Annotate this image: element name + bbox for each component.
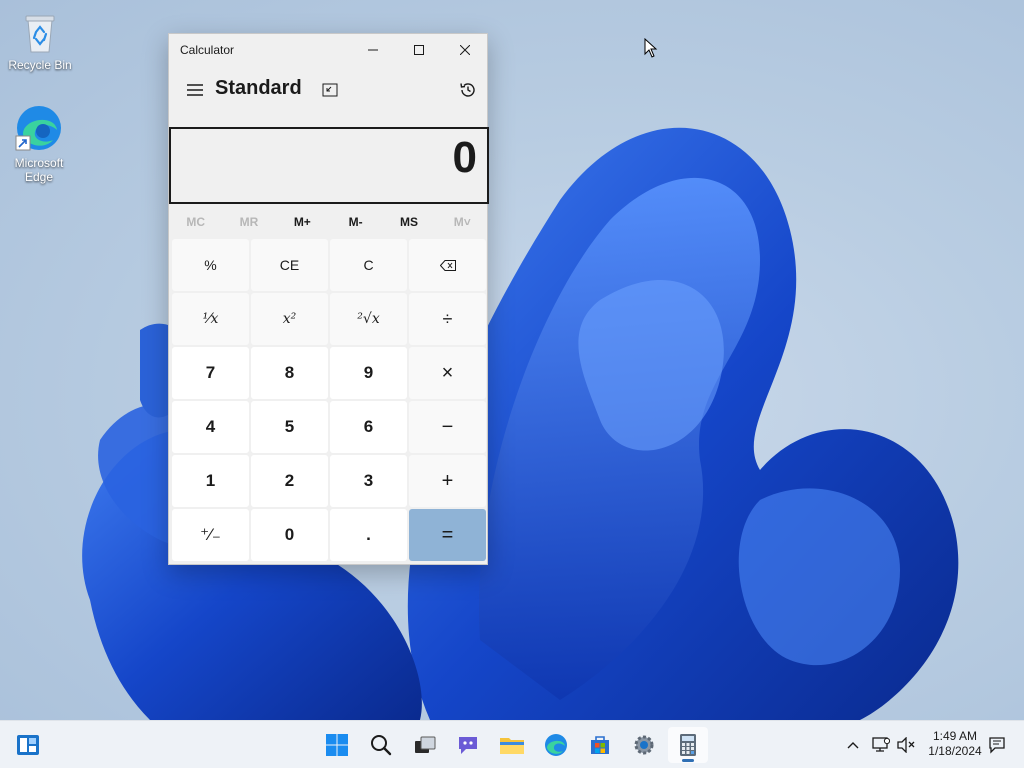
folder-icon	[500, 738, 524, 754]
subtract-button[interactable]: −	[409, 401, 486, 453]
digit-9-button[interactable]: 9	[330, 347, 407, 399]
search-button[interactable]	[361, 727, 401, 763]
speaker-muted-icon	[897, 737, 915, 753]
chat-button[interactable]	[448, 727, 488, 763]
show-hidden-icons-button[interactable]	[842, 734, 864, 756]
display-value: 0	[452, 133, 477, 182]
desktop: Recycle Bin Microsoft Edge	[0, 0, 1024, 720]
history-icon	[460, 83, 475, 97]
clock-time: 1:49 AM	[932, 729, 978, 743]
keypad: % CE C ¹⁄x x² ²√x ÷ 7 8 9 × 4 5 6 − 1 2 …	[172, 239, 486, 561]
digit-4-button[interactable]: 4	[172, 401, 249, 453]
square-label: x²	[282, 311, 297, 327]
decimal-button[interactable]: .	[330, 509, 407, 561]
keep-on-top-icon	[322, 83, 338, 97]
edge-icon	[15, 106, 61, 151]
digit-6-button[interactable]: 6	[330, 401, 407, 453]
hamburger-icon	[187, 84, 203, 96]
memory-add-button[interactable]: M+	[276, 206, 329, 238]
memory-recall-button[interactable]: MR	[222, 206, 275, 238]
title-bar[interactable]: Calculator	[169, 34, 487, 66]
memory-clear-button[interactable]: MC	[169, 206, 222, 238]
chevron-up-icon	[847, 742, 859, 749]
multiply-button[interactable]: ×	[409, 347, 486, 399]
windows-start-icon	[326, 734, 348, 756]
wallpaper-bloom	[82, 127, 959, 720]
backspace-icon	[439, 259, 456, 271]
reciprocal-label: ¹⁄x	[202, 311, 219, 327]
desktop-icon-label: Recycle Bin	[8, 58, 72, 72]
clock-date: 1/18/2024	[928, 744, 982, 758]
digit-1-button[interactable]: 1	[172, 455, 249, 507]
digit-0-button[interactable]: 0	[251, 509, 328, 561]
window-title: Calculator	[180, 43, 235, 57]
backspace-button[interactable]	[409, 239, 486, 291]
network-status-button[interactable]	[870, 734, 892, 756]
edge-icon	[545, 734, 567, 756]
digit-3-button[interactable]: 3	[330, 455, 407, 507]
reciprocal-button[interactable]: ¹⁄x	[172, 293, 249, 345]
task-view-button[interactable]	[405, 727, 445, 763]
taskbar: 1:49 AM 1/18/2024	[0, 720, 1024, 768]
widgets-icon	[17, 735, 39, 755]
network-icon	[872, 737, 890, 752]
equals-button[interactable]: =	[409, 509, 486, 561]
calculator-taskbar-button[interactable]	[668, 727, 708, 763]
notification-icon	[989, 737, 1005, 754]
desktop-icon-label: Microsoft Edge	[14, 156, 64, 184]
close-button[interactable]	[442, 34, 488, 66]
teams-chat-icon	[459, 737, 477, 754]
recycle-bin-icon	[25, 15, 55, 53]
square-root-label: ²√x	[357, 311, 380, 327]
memory-store-button[interactable]: MS	[382, 206, 435, 238]
clear-button[interactable]: C	[330, 239, 407, 291]
percent-button[interactable]: %	[172, 239, 249, 291]
store-icon	[591, 736, 609, 754]
digit-2-button[interactable]: 2	[251, 455, 328, 507]
add-button[interactable]: +	[409, 455, 486, 507]
start-button[interactable]	[317, 727, 357, 763]
clear-entry-button[interactable]: CE	[251, 239, 328, 291]
maximize-icon	[414, 45, 424, 55]
volume-button[interactable]	[895, 734, 917, 756]
maximize-button[interactable]	[396, 34, 442, 66]
taskbar-clock[interactable]: 1:49 AM 1/18/2024	[920, 729, 990, 759]
edge-taskbar-button[interactable]	[536, 727, 576, 763]
calculator-header: Standard	[169, 66, 487, 126]
result-display: 0	[169, 127, 489, 204]
digit-7-button[interactable]: 7	[172, 347, 249, 399]
calculator-window: Calculator Standard 0 MC MR M+ M- MS M˅ …	[168, 33, 489, 565]
gear-icon	[634, 735, 654, 755]
memory-subtract-button[interactable]: M-	[329, 206, 382, 238]
search-icon	[371, 735, 392, 756]
digit-8-button[interactable]: 8	[251, 347, 328, 399]
mode-title: Standard	[215, 77, 302, 99]
navigation-menu-button[interactable]	[177, 74, 213, 106]
calculator-icon	[680, 734, 696, 756]
desktop-icon-recycle-bin[interactable]: Recycle Bin	[2, 12, 78, 72]
negate-button[interactable]: ⁺⁄₋	[172, 509, 249, 561]
settings-button[interactable]	[624, 727, 664, 763]
memory-row: MC MR M+ M- MS M˅	[169, 206, 489, 238]
desktop-icon-microsoft-edge[interactable]: Microsoft Edge	[1, 104, 77, 184]
minimize-button[interactable]	[350, 34, 396, 66]
minimize-icon	[368, 49, 378, 51]
keep-on-top-button[interactable]	[314, 74, 346, 106]
widgets-button[interactable]	[8, 727, 48, 763]
notifications-button[interactable]	[986, 734, 1008, 756]
store-button[interactable]	[580, 727, 620, 763]
task-view-icon	[415, 736, 436, 753]
memory-list-button[interactable]: M˅	[436, 206, 489, 238]
file-explorer-button[interactable]	[492, 727, 532, 763]
mouse-cursor-icon	[644, 38, 658, 58]
digit-5-button[interactable]: 5	[251, 401, 328, 453]
history-button[interactable]	[452, 74, 484, 106]
divide-button[interactable]: ÷	[409, 293, 486, 345]
square-button[interactable]: x²	[251, 293, 328, 345]
close-icon	[460, 45, 470, 55]
square-root-button[interactable]: ²√x	[330, 293, 407, 345]
